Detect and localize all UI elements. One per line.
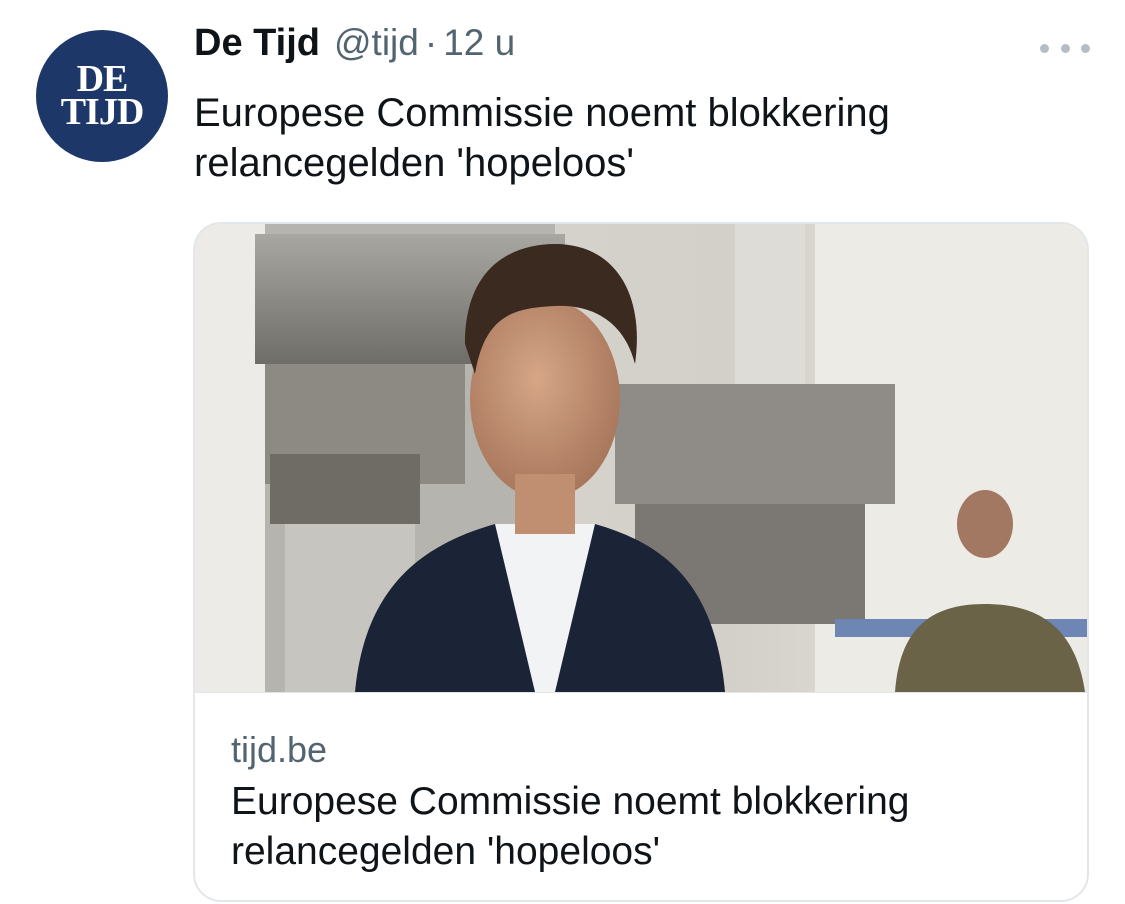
card-photo bbox=[195, 224, 1087, 692]
author-handle[interactable]: @tijd bbox=[334, 22, 419, 64]
author-name[interactable]: De Tijd bbox=[194, 22, 320, 65]
tweet-header: De Tijd @tijd · 12 u bbox=[194, 22, 515, 65]
card-title: Europese Commissie noemt blokkering rela… bbox=[231, 780, 910, 873]
avatar-logo-line2: TIJD bbox=[60, 91, 145, 133]
tweet-timestamp[interactable]: 12 u bbox=[443, 22, 515, 64]
separator-dot: · bbox=[424, 22, 438, 63]
card-image[interactable] bbox=[195, 224, 1087, 692]
card-domain: tijd.be bbox=[231, 729, 328, 770]
card-body[interactable]: tijd.be Europese Commissie noemt blokker… bbox=[195, 692, 1087, 900]
link-preview-card[interactable]: tijd.be Europese Commissie noemt blokker… bbox=[193, 222, 1089, 902]
avatar[interactable]: DE TIJD bbox=[36, 30, 168, 162]
more-horizontal-icon[interactable] bbox=[1040, 28, 1090, 68]
tweet-text: Europese Commissie noemt blokkering rela… bbox=[194, 91, 890, 185]
